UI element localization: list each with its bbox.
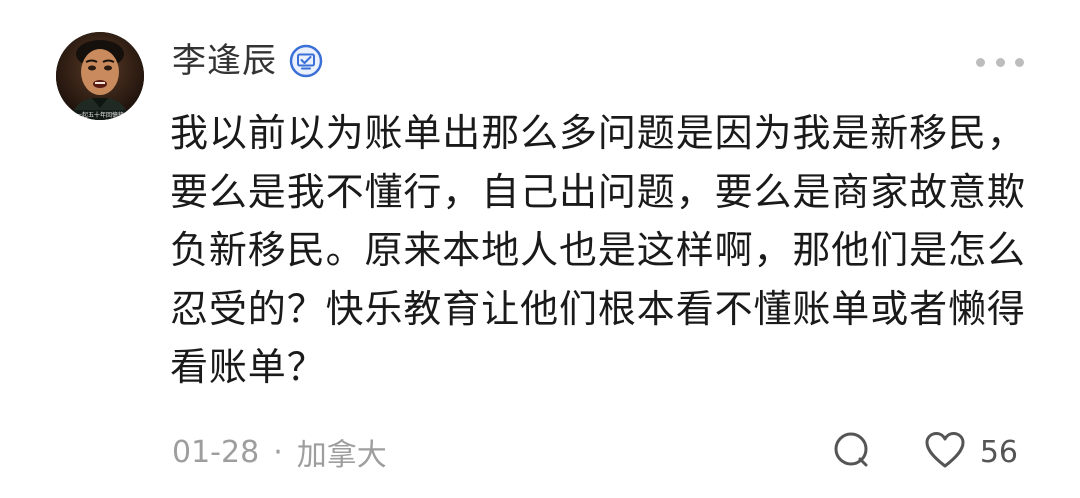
like-button[interactable]: 56 — [924, 431, 1018, 473]
comment-actions: 56 — [832, 428, 1018, 476]
like-count: 56 — [979, 434, 1018, 470]
more-dots-icon — [976, 57, 985, 67]
comment-location: 加拿大 — [296, 438, 387, 473]
heart-outline-icon — [924, 431, 966, 473]
verified-badge-icon — [289, 44, 323, 78]
comment-text: 我以前以为账单出那么多问题是因为我是新移民，要么是我不懂行，自己出问题，要么是商… — [170, 111, 1026, 389]
more-options-button[interactable] — [976, 48, 1024, 76]
author-name[interactable]: 李逢辰 — [172, 38, 277, 84]
comment-meta: 01-28 · 加拿大 — [172, 430, 387, 474]
author-row: 李逢辰 — [172, 38, 323, 84]
reply-button[interactable] — [832, 430, 872, 474]
more-dots-icon — [995, 57, 1005, 67]
comment-bubble-icon — [832, 430, 872, 474]
avatar[interactable]: 一起五十年回憶錄 — [56, 32, 144, 120]
comment-date: 01-28 — [172, 434, 260, 470]
meta-separator: · — [273, 434, 283, 470]
more-dots-icon — [1015, 57, 1024, 67]
svg-text:一起五十年回憶錄: 一起五十年回憶錄 — [76, 111, 124, 119]
avatar-image: 一起五十年回憶錄 — [56, 32, 144, 120]
comment-item: 一起五十年回憶錄 李逢辰 我以前以为账单出那么多问题是因为我是新移民，要么是我不… — [0, 0, 1080, 498]
